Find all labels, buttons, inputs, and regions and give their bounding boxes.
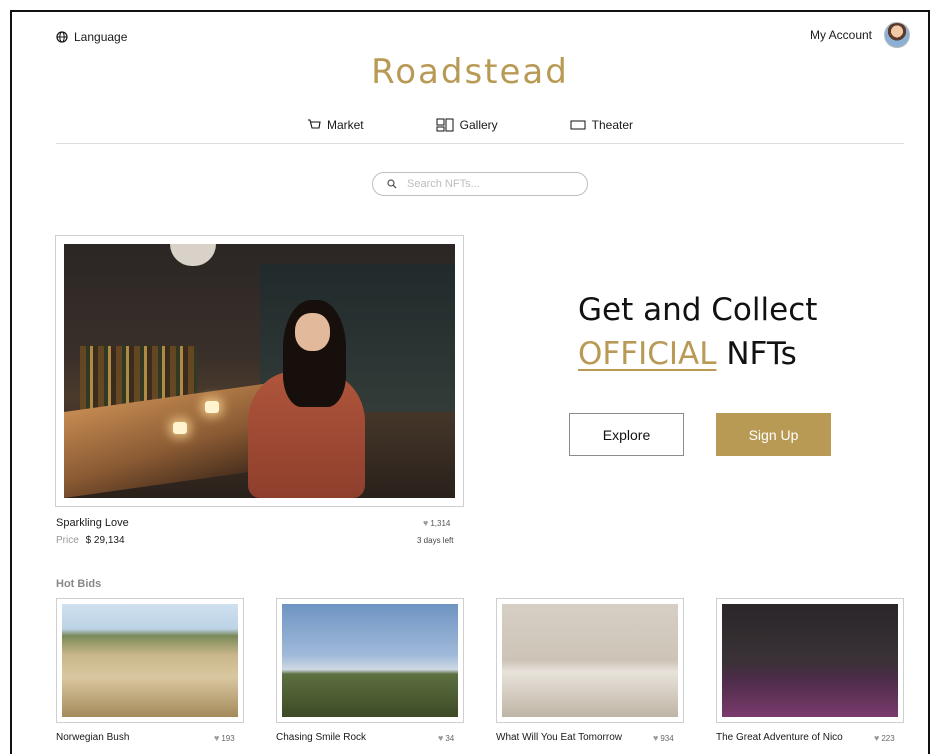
candle <box>173 421 188 434</box>
hero-accent: OFFICIAL <box>578 336 717 372</box>
featured-title[interactable]: Sparkling Love <box>56 517 129 529</box>
hot-bid-card[interactable] <box>56 598 244 723</box>
account-menu[interactable]: My Account <box>810 22 910 48</box>
woman-face <box>294 312 330 351</box>
search-bar[interactable] <box>372 172 588 196</box>
hot-bids-heading: Hot Bids <box>56 578 102 590</box>
language-label: Language <box>74 30 128 44</box>
likes-count: 34 <box>445 733 455 743</box>
nav-divider <box>56 143 904 144</box>
hero-headline: Get and Collect OFFICIAL NFTs <box>578 288 817 376</box>
featured-price: Price $ 29,134 <box>56 535 125 546</box>
price-label: Price <box>56 535 79 546</box>
hot-bid-title[interactable]: The Great Adventure of Nico <box>716 732 843 743</box>
page-frame: Language My Account Roadstead Market Gal… <box>10 10 930 754</box>
likes-count: 223 <box>881 733 895 743</box>
hero-line-2-rest: NFTs <box>716 336 797 372</box>
heart-icon: ♥ <box>874 733 880 743</box>
globe-icon <box>56 31 68 43</box>
featured-nft-image[interactable] <box>64 244 455 498</box>
cart-icon <box>307 119 321 129</box>
likes-count: 934 <box>660 733 674 743</box>
featured-nft-card[interactable] <box>55 235 464 507</box>
hot-bid-card[interactable] <box>716 598 904 723</box>
sign-up-button[interactable]: Sign Up <box>716 413 831 456</box>
hot-bid-image[interactable] <box>62 604 238 717</box>
hot-bid-title[interactable]: Norwegian Bush <box>56 732 129 743</box>
hero-line-1: Get and Collect <box>578 292 818 328</box>
nav-item-label: Market <box>326 118 364 132</box>
heart-icon: ♥ <box>438 733 444 743</box>
nav-item-market[interactable]: Market <box>307 118 364 132</box>
hot-bid-likes[interactable]: ♥ 223 <box>874 733 895 743</box>
avatar[interactable] <box>884 22 910 48</box>
account-label: My Account <box>809 28 872 42</box>
price-value: $ 29,134 <box>85 535 125 546</box>
gallery-icon <box>436 118 454 132</box>
search-input[interactable] <box>407 178 567 190</box>
hot-bid-title[interactable]: What Will You Eat Tomorrow <box>496 732 622 743</box>
screen-icon <box>570 120 586 130</box>
nav-item-gallery[interactable]: Gallery <box>436 118 498 132</box>
search-icon <box>387 179 397 189</box>
likes-count: 1,314 <box>430 518 451 528</box>
featured-likes[interactable]: ♥ 1,314 <box>423 518 450 528</box>
pendant-lamp <box>169 244 216 266</box>
nav-item-label: Gallery <box>459 118 498 132</box>
explore-button[interactable]: Explore <box>569 413 684 456</box>
featured-time-left: 3 days left <box>417 536 454 545</box>
brand-logo[interactable]: Roadstead <box>12 52 928 92</box>
hot-bid-likes[interactable]: ♥ 934 <box>653 733 674 743</box>
nav-item-theater[interactable]: Theater <box>570 118 633 132</box>
main-nav: Market Gallery Theater <box>12 118 928 132</box>
hero-line-2: OFFICIAL NFTs <box>578 332 817 376</box>
hot-bid-likes[interactable]: ♥ 193 <box>214 733 235 743</box>
hot-bid-image[interactable] <box>722 604 898 717</box>
language-selector[interactable]: Language <box>56 30 127 44</box>
hot-bid-title[interactable]: Chasing Smile Rock <box>276 732 366 743</box>
nav-item-label: Theater <box>591 118 634 132</box>
heart-icon: ♥ <box>423 518 429 528</box>
heart-icon: ♥ <box>214 733 220 743</box>
hot-bid-likes[interactable]: ♥ 34 <box>438 733 454 743</box>
hot-bid-image[interactable] <box>282 604 458 717</box>
hot-bid-card[interactable] <box>276 598 464 723</box>
candle <box>204 401 219 414</box>
heart-icon: ♥ <box>653 733 659 743</box>
hot-bid-card[interactable] <box>496 598 684 723</box>
hot-bid-image[interactable] <box>502 604 678 717</box>
likes-count: 193 <box>221 733 235 743</box>
